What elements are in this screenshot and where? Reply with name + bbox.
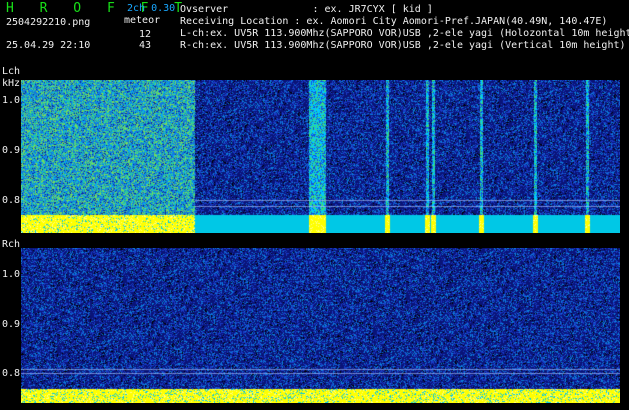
rch-meteor-count: 43 [139,40,152,51]
khz-unit-label: kHz [2,78,21,89]
rch-ytick-0.9: 0.9 [2,319,21,330]
observer-line: Ovserver : ex. JR7CYX [ kid ] [180,4,433,15]
lch-spectrogram [21,80,620,233]
rch-info-line: R-ch:ex. UV5R 113.900Mhz(SAPPORO VOR)USB… [180,40,626,51]
filename-label: 2504292210.png [6,17,91,28]
rch-channel-label: Rch [2,239,21,250]
lch-ytick-1.0: 1.0 [2,95,21,106]
version-label: 2ch 0.30 [127,3,176,14]
rch-spectrogram [21,248,620,403]
location-line: Receiving Location : ex. Aomori City Aom… [180,16,608,27]
rch-ytick-0.8: 0.8 [2,368,21,379]
spectrogram-window: { "header": { "title": "H R O F F T", "v… [0,0,629,410]
lch-ytick-0.9: 0.9 [2,145,21,156]
datetime-label: 25.04.29 22:10 [6,40,91,51]
lch-ytick-0.8: 0.8 [2,195,21,206]
lch-info-line: L-ch:ex. UV5R 113.900Mhz(SAPPORO VOR)USB… [180,28,629,39]
rch-ytick-1.0: 1.0 [2,269,21,280]
lch-channel-label: Lch [2,66,21,77]
lch-meteor-count: 12 [139,29,152,40]
meteor-label: meteor [124,15,161,26]
